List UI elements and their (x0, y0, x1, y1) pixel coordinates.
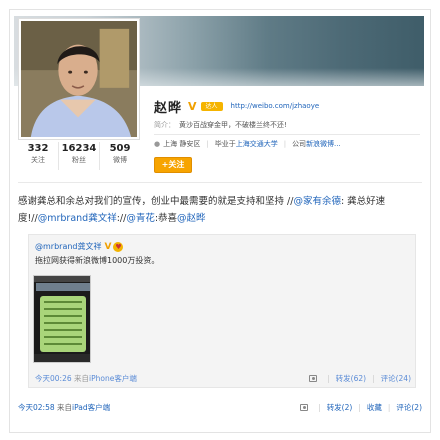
image-view-icon[interactable] (309, 375, 318, 382)
stat-posts[interactable]: 509 微博 (100, 142, 140, 170)
stat-following-label: 关注 (31, 156, 45, 164)
action-separator: | (327, 374, 330, 383)
profile-meta: ● 上海 静安区 | 毕业于 上海交通大学 | 公司 新浪微博... (154, 139, 341, 149)
company-prefix: 公司 (292, 140, 307, 148)
homepage-link[interactable]: http://weibo.com/jzhaoye (231, 102, 320, 110)
mention-link[interactable]: @青花 (126, 213, 155, 224)
action-separator: | (358, 403, 361, 412)
company-link[interactable]: 新浪微博... (306, 139, 341, 149)
action-separator: | (318, 403, 321, 412)
phone-bottom-bar (34, 354, 90, 362)
source-link[interactable]: iPhone客户端 (89, 374, 137, 383)
stat-following-count: 332 (27, 143, 49, 154)
profile-name-row: 赵晔 V 达人 http://weibo.com/jzhaoye (154, 97, 320, 116)
verified-v-icon: V (188, 99, 197, 113)
profile-divider (154, 134, 420, 135)
profile-stats: 332 关注 16234 粉丝 509 微博 (18, 142, 140, 170)
repost-count-link[interactable]: 转发(62) (336, 373, 366, 384)
phone-nav-bar (36, 283, 90, 291)
action-separator: | (372, 374, 375, 383)
post-footer: 今天02:58 来自iPad客户端 | 转发(2) | 收藏 | 评论(2) (18, 402, 422, 413)
post-text: 感谢龚总和余总对我们的宣传，创业中最需要的就是支持和坚持 //@家有余德: 龚总… (18, 193, 422, 227)
stat-posts-count: 509 (109, 143, 131, 154)
reposted-weibo: @mrbrand龚文祥 V ♥ 拖拉网获得新浪微博1000万投资。 今天00:2… (28, 234, 416, 388)
emoji-icon: ♥ (113, 241, 124, 252)
stat-followers-label: 粉丝 (72, 156, 86, 164)
avatar[interactable] (18, 18, 140, 140)
source-prefix: 来自 (74, 374, 90, 383)
repost-image-thumbnail[interactable] (33, 275, 91, 363)
meta-separator: | (283, 140, 287, 148)
repost-time-link[interactable]: 今天00:26 (35, 374, 72, 383)
source-prefix: 来自 (57, 403, 73, 412)
vip-badge-icon: 达人 (200, 101, 223, 111)
favorite-button[interactable]: 收藏 (367, 402, 382, 413)
location-pin-icon: ● (154, 140, 161, 148)
school-link[interactable]: 上海交通大学 (236, 139, 278, 149)
source-link[interactable]: iPad客户端 (72, 403, 110, 412)
phone-status-bar (34, 276, 90, 282)
comment-button[interactable]: 评论(2) (396, 402, 422, 413)
post-text-part: :恭喜 (154, 213, 178, 224)
repost-text: 拖拉网获得新浪微博1000万投资。 (35, 256, 160, 265)
stat-posts-label: 微博 (113, 156, 127, 164)
post-text-part: 感谢龚总和余总对我们的宣传，创业中最需要的就是支持和坚持 // (18, 196, 294, 207)
stat-followers[interactable]: 16234 粉丝 (59, 142, 100, 170)
bio-text: 黄沙百战穿金甲，不破楼兰终不还! (179, 121, 287, 129)
post-text-part: :// (116, 213, 127, 224)
repost-header: @mrbrand龚文祥 V ♥ (35, 241, 124, 252)
bio-label: 简介： (154, 121, 175, 129)
profile-bio: 简介： 黄沙百战穿金甲，不破楼兰终不还! (154, 120, 287, 130)
stat-followers-count: 16234 (61, 143, 97, 154)
follow-button[interactable]: +关注 (154, 157, 192, 173)
repost-button[interactable]: 转发(2) (327, 402, 353, 413)
post-time-link[interactable]: 今天02:58 (18, 403, 55, 412)
repost-author-link[interactable]: @mrbrand龚文祥 (35, 241, 102, 252)
section-divider (18, 182, 422, 183)
action-separator: | (387, 403, 391, 412)
mention-link[interactable]: @家有余德 (293, 196, 341, 207)
image-view-icon[interactable] (300, 404, 309, 411)
avatar-photo (21, 21, 137, 137)
mention-link[interactable]: @赵晔 (177, 213, 206, 224)
meta-separator: | (206, 140, 209, 148)
comment-count-link[interactable]: 评论(24) (381, 373, 411, 384)
mention-link[interactable]: @mrbrand龚文祥 (38, 213, 117, 224)
location-text: 上海 静安区 (163, 140, 201, 148)
verified-v-icon: V (104, 241, 112, 252)
message-bubble (40, 296, 86, 352)
stat-following[interactable]: 332 关注 (18, 142, 59, 170)
profile-name[interactable]: 赵晔 (154, 97, 182, 116)
repost-footer: 今天00:26 来自iPhone客户端 | 转发(62) | 评论(24) (35, 373, 411, 384)
repost-actions: | 转发(62) | 评论(24) (309, 373, 411, 384)
education-prefix: 毕业于 (214, 140, 236, 148)
post-actions: | 转发(2) | 收藏 | 评论(2) (300, 402, 422, 413)
